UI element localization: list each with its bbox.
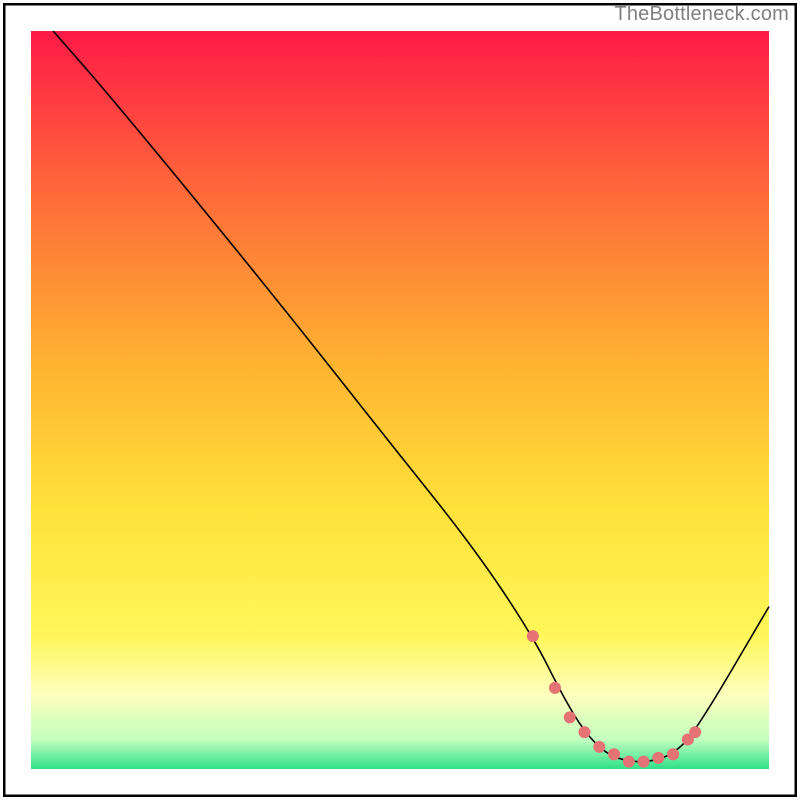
- optimal-marker: [652, 752, 664, 764]
- optimal-marker: [623, 756, 635, 768]
- chart-frame: TheBottleneck.com: [3, 3, 797, 797]
- optimal-marker: [549, 682, 561, 694]
- optimal-marker: [564, 711, 576, 723]
- optimal-marker: [608, 748, 620, 760]
- watermark: TheBottleneck.com: [614, 3, 789, 26]
- gradient-background: [31, 31, 769, 769]
- optimal-marker: [579, 726, 591, 738]
- optimal-marker: [689, 726, 701, 738]
- optimal-marker: [638, 756, 650, 768]
- optimal-marker: [527, 630, 539, 642]
- chart-svg: [3, 3, 797, 797]
- optimal-marker: [667, 748, 679, 760]
- optimal-marker: [593, 741, 605, 753]
